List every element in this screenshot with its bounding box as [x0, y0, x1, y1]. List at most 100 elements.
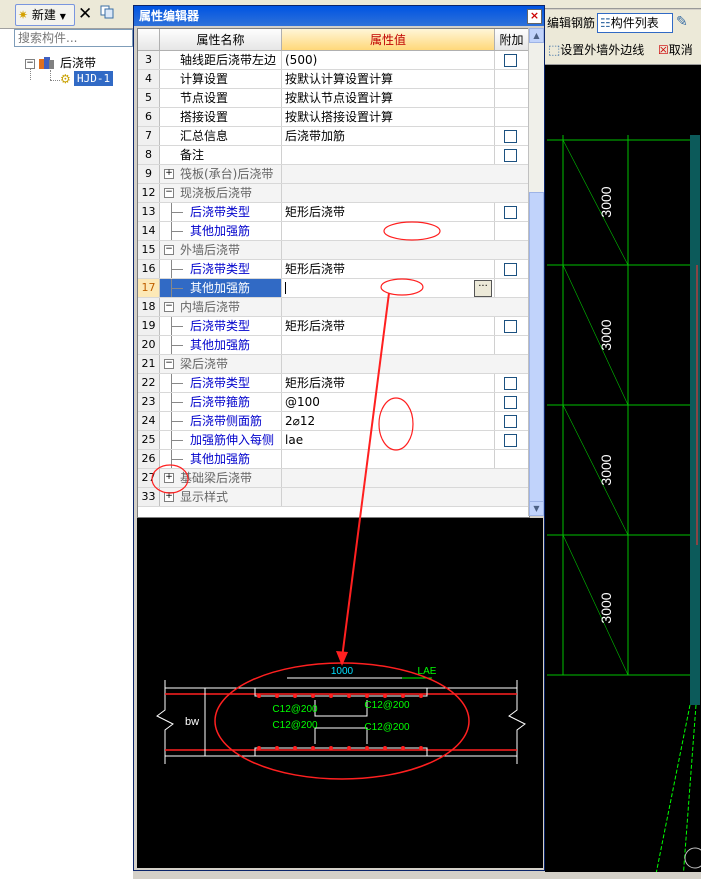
collapse-toggle[interactable]: −: [164, 302, 174, 312]
expand-toggle[interactable]: +: [164, 169, 174, 179]
property-value-cell[interactable]: 按默认计算设置计算: [282, 70, 495, 88]
property-name-cell[interactable]: 其他加强筋: [160, 279, 282, 297]
attach-checkbox[interactable]: [504, 149, 517, 162]
group-name-cell[interactable]: − 外墙后浇带: [160, 241, 282, 259]
vertical-scrollbar[interactable]: ▲ ▼: [528, 28, 544, 516]
pick-icon[interactable]: ✎: [676, 14, 688, 30]
property-row[interactable]: 14 其他加强筋: [138, 222, 529, 241]
property-group-row[interactable]: 18− 内墙后浇带: [138, 298, 529, 317]
delete-icon[interactable]: ✕: [78, 4, 94, 24]
property-value-input[interactable]: ···: [282, 279, 495, 297]
property-row[interactable]: 20 其他加强筋: [138, 336, 529, 355]
cancel-edge-button[interactable]: ☒取消: [658, 41, 693, 59]
scrollbar-thumb[interactable]: [529, 192, 544, 508]
property-value-cell[interactable]: [282, 222, 495, 240]
property-group-row[interactable]: 9 + 筏板(承台)后浇带: [138, 165, 529, 184]
group-name-cell[interactable]: + 基础梁后浇带: [160, 469, 282, 487]
tree-collapse-toggle[interactable]: −: [25, 59, 35, 69]
property-group-row[interactable]: 27 + 基础梁后浇带: [138, 469, 529, 488]
expand-toggle[interactable]: +: [164, 492, 174, 502]
tree-item-hjd-1[interactable]: HJD-1: [74, 71, 114, 86]
group-name-cell[interactable]: − 梁后浇带: [160, 355, 282, 373]
component-list-button[interactable]: ☷构件列表: [597, 13, 673, 33]
property-name-cell[interactable]: 后浇带箍筋: [160, 393, 282, 411]
set-outer-wall-edge-button[interactable]: ⬚设置外墙外边线: [548, 41, 644, 59]
property-row[interactable]: 17 其他加强筋 ···: [138, 279, 529, 298]
group-name-cell[interactable]: − 内墙后浇带: [160, 298, 282, 316]
property-name-cell[interactable]: 加强筋伸入每侧: [160, 431, 282, 449]
attach-checkbox[interactable]: [504, 320, 517, 333]
property-name-cell[interactable]: 后浇带侧面筋: [160, 412, 282, 430]
attach-checkbox[interactable]: [504, 263, 517, 276]
copy-icon[interactable]: [99, 4, 117, 24]
property-group-row[interactable]: 12− 现浇板后浇带: [138, 184, 529, 203]
property-name-cell[interactable]: 后浇带类型: [160, 203, 282, 221]
property-row[interactable]: 22 后浇带类型 矩形后浇带: [138, 374, 529, 393]
attach-checkbox[interactable]: [504, 130, 517, 143]
property-row[interactable]: 23 后浇带箍筋 @100: [138, 393, 529, 412]
group-name-cell[interactable]: + 筏板(承台)后浇带: [160, 165, 282, 183]
property-value-cell[interactable]: 按默认节点设置计算: [282, 89, 495, 107]
collapse-toggle[interactable]: −: [164, 245, 174, 255]
group-name-cell[interactable]: + 显示样式: [160, 488, 282, 506]
property-row[interactable]: 8 备注: [138, 146, 529, 165]
attach-checkbox[interactable]: [504, 54, 517, 67]
property-name-cell[interactable]: 轴线距后浇带左边: [160, 51, 282, 69]
property-name-cell[interactable]: 计算设置: [160, 70, 282, 88]
property-group-row[interactable]: 33 + 显示样式: [138, 488, 529, 507]
property-row[interactable]: 7 汇总信息 后浇带加筋: [138, 127, 529, 146]
scroll-up-icon[interactable]: ▲: [529, 28, 544, 43]
property-row[interactable]: 5 节点设置 按默认节点设置计算: [138, 89, 529, 108]
property-row[interactable]: 4 计算设置 按默认计算设置计算: [138, 70, 529, 89]
attach-checkbox[interactable]: [504, 377, 517, 390]
property-row[interactable]: 25 加强筋伸入每侧 lae: [138, 431, 529, 450]
property-name-cell[interactable]: 后浇带类型: [160, 260, 282, 278]
property-value-cell[interactable]: [282, 336, 495, 354]
dialog-title-bar[interactable]: 属性编辑器 ×: [134, 6, 544, 26]
property-value-cell[interactable]: 矩形后浇带: [282, 260, 495, 278]
property-row[interactable]: 6 搭接设置 按默认搭接设置计算: [138, 108, 529, 127]
property-name-cell[interactable]: 节点设置: [160, 89, 282, 107]
property-value-cell[interactable]: [282, 450, 495, 468]
collapse-toggle[interactable]: −: [164, 359, 174, 369]
property-value-cell[interactable]: 矩形后浇带: [282, 317, 495, 335]
property-row[interactable]: 3 轴线距后浇带左边 (500): [138, 51, 529, 70]
property-name-cell[interactable]: 其他加强筋: [160, 336, 282, 354]
attach-checkbox[interactable]: [504, 206, 517, 219]
property-value-cell[interactable]: [282, 146, 495, 164]
property-value-cell[interactable]: 矩形后浇带: [282, 203, 495, 221]
ellipsis-button[interactable]: ···: [474, 280, 492, 297]
edit-rebar-button[interactable]: 编辑钢筋: [547, 14, 595, 32]
property-value-cell[interactable]: @100: [282, 393, 495, 411]
property-value-cell[interactable]: 2⌀12: [282, 412, 495, 430]
close-button[interactable]: ×: [527, 9, 542, 24]
property-name-cell[interactable]: 后浇带类型: [160, 374, 282, 392]
property-name-cell[interactable]: 搭接设置: [160, 108, 282, 126]
tree-item-post-cast-strip[interactable]: 后浇带: [60, 55, 96, 71]
property-name-cell[interactable]: 其他加强筋: [160, 222, 282, 240]
property-name-cell[interactable]: 备注: [160, 146, 282, 164]
property-value-cell[interactable]: 矩形后浇带: [282, 374, 495, 392]
property-row[interactable]: 19 后浇带类型 矩形后浇带: [138, 317, 529, 336]
property-row[interactable]: 16 后浇带类型 矩形后浇带: [138, 260, 529, 279]
property-value-cell[interactable]: 按默认搭接设置计算: [282, 108, 495, 126]
property-group-row[interactable]: 21− 梁后浇带: [138, 355, 529, 374]
property-value-cell[interactable]: (500): [282, 51, 495, 69]
group-name-cell[interactable]: − 现浇板后浇带: [160, 184, 282, 202]
property-row[interactable]: 26 其他加强筋: [138, 450, 529, 469]
property-value-cell[interactable]: 后浇带加筋: [282, 127, 495, 145]
property-row[interactable]: 24 后浇带侧面筋 2⌀12: [138, 412, 529, 431]
attach-checkbox[interactable]: [504, 434, 517, 447]
new-button[interactable]: ✷ 新建 ▼: [15, 4, 75, 26]
property-name-cell[interactable]: 汇总信息: [160, 127, 282, 145]
attach-checkbox[interactable]: [504, 396, 517, 409]
attach-checkbox[interactable]: [504, 415, 517, 428]
scroll-down-icon[interactable]: ▼: [529, 501, 544, 516]
collapse-toggle[interactable]: −: [164, 188, 174, 198]
property-row[interactable]: 13 后浇带类型 矩形后浇带: [138, 203, 529, 222]
cad-canvas[interactable]: 3000 3000 3000 3000: [545, 65, 701, 879]
property-name-cell[interactable]: 后浇带类型: [160, 317, 282, 335]
property-name-cell[interactable]: 其他加强筋: [160, 450, 282, 468]
property-value-cell[interactable]: lae: [282, 431, 495, 449]
property-group-row[interactable]: 15− 外墙后浇带: [138, 241, 529, 260]
